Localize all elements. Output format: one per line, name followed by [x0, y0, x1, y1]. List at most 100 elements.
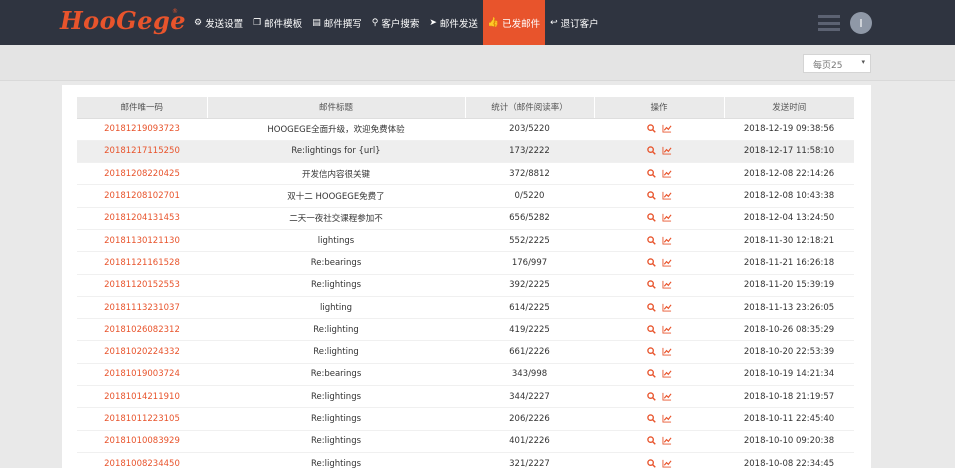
line-chart-icon[interactable]	[662, 168, 672, 179]
brand-logo[interactable]: HooGege	[60, 6, 186, 35]
mail-uid-link[interactable]: 20181204131453	[77, 207, 207, 230]
mail-title: lightings	[207, 229, 465, 253]
line-chart-icon[interactable]	[662, 414, 672, 425]
nav-item-4[interactable]: ➤ 邮件发送	[424, 0, 483, 45]
line-chart-icon[interactable]	[662, 302, 672, 313]
table-row[interactable]: 20181011223105 Re:lightings 206/2226 2018-1…	[77, 407, 854, 431]
header-send-time[interactable]: 发送时间	[724, 97, 854, 119]
mail-stats: 419/2225	[465, 318, 594, 342]
mail-title: Re:bearings	[207, 251, 465, 275]
search-icon[interactable]	[646, 458, 656, 468]
table-row[interactable]: 20181219093723 HOOGEGE全面升级，欢迎免费体验 203/5220…	[77, 118, 854, 141]
search-icon[interactable]	[646, 146, 656, 157]
nav-item-5[interactable]: 👍 已发邮件	[482, 0, 546, 45]
header-uid[interactable]: 邮件唯一码	[77, 97, 208, 119]
line-chart-icon[interactable]	[662, 391, 672, 402]
search-icon[interactable]	[646, 347, 656, 358]
line-chart-icon[interactable]	[662, 146, 672, 157]
search-icon[interactable]	[646, 257, 656, 268]
table-row[interactable]: 20181217115250 Re:lightings for {url} 173/…	[77, 140, 854, 164]
nav-item-0[interactable]: ⚙ 发送设置	[189, 0, 248, 45]
mail-title: lighting	[207, 296, 465, 320]
mail-uid-link[interactable]: 20181008234450	[77, 452, 207, 468]
line-chart-icon[interactable]	[662, 324, 672, 335]
table-row[interactable]: 20181014211910 Re:lightings 344/2227 2018-1…	[77, 385, 854, 409]
mail-uid-link[interactable]: 20181208102701	[77, 184, 207, 208]
mail-uid-link[interactable]: 20181014211910	[77, 385, 207, 409]
table-row[interactable]: 20181008234450 Re:lightings 321/2227 2018-1…	[77, 452, 854, 468]
mail-uid-link[interactable]: 20181026082312	[77, 318, 207, 342]
table-row[interactable]: 20181130121130 lightings 552/2225 2018-11-3…	[77, 229, 854, 253]
search-icon[interactable]	[646, 391, 656, 402]
search-icon[interactable]	[646, 369, 656, 380]
mail-uid-link[interactable]: 20181019003724	[77, 363, 207, 387]
row-actions	[594, 184, 724, 208]
mail-stats: 206/2226	[465, 407, 594, 431]
mail-stats: 372/8812	[465, 162, 594, 186]
search-icon[interactable]	[646, 213, 656, 224]
mail-uid-link[interactable]: 20181130121130	[77, 229, 207, 253]
search-icon[interactable]	[646, 168, 656, 179]
line-chart-icon[interactable]	[662, 369, 672, 380]
nav-item-2[interactable]: ▤ 邮件撰写	[307, 0, 367, 45]
nav-item-1[interactable]: ❐ 邮件模板	[248, 0, 307, 45]
mail-send-time: 2018-11-30 12:18:21	[724, 229, 854, 253]
nav-item-label: 邮件发送	[439, 18, 478, 30]
mail-uid-link[interactable]: 20181020224332	[77, 340, 207, 364]
table-row[interactable]: 20181113231037 lighting 614/2225 2018-11-13…	[77, 296, 854, 320]
header-title[interactable]: 邮件标题	[207, 97, 466, 119]
search-icon[interactable]	[646, 324, 656, 335]
mail-uid-link[interactable]: 20181208220425	[77, 162, 207, 186]
search-icon[interactable]	[646, 436, 656, 447]
table-row[interactable]: 20181121161528 Re:bearings 176/997 2018-11-…	[77, 251, 854, 275]
avatar[interactable]: I	[850, 12, 872, 34]
table-row[interactable]: 20181019003724 Re:bearings 343/998 2018-10-…	[77, 363, 854, 387]
mail-uid-link[interactable]: 20181010083929	[77, 430, 207, 453]
table-row[interactable]: 20181204131453 二天一夜社交课程参加不 656/5282 2018-12…	[77, 207, 854, 230]
line-chart-icon[interactable]	[662, 257, 672, 268]
mail-title: Re:lightings	[207, 430, 465, 453]
line-chart-icon[interactable]	[662, 280, 672, 291]
line-chart-icon[interactable]	[662, 436, 672, 447]
mail-send-time: 2018-10-26 08:35:29	[724, 318, 854, 342]
search-icon[interactable]	[646, 124, 656, 135]
line-chart-icon[interactable]	[662, 124, 672, 135]
row-actions	[594, 162, 724, 186]
line-chart-icon[interactable]	[662, 347, 672, 358]
mail-uid-link[interactable]: 20181217115250	[77, 140, 207, 164]
mail-send-time: 2018-12-04 13:24:50	[724, 207, 854, 230]
search-icon[interactable]	[646, 302, 656, 313]
row-actions	[594, 430, 724, 453]
page-size-label: 每页25	[813, 61, 843, 71]
sent-mail-table: 邮件唯一码 邮件标题 统计（邮件阅读率） 操作 发送时间 20181219093…	[77, 97, 854, 468]
line-chart-icon[interactable]	[662, 213, 672, 224]
mail-uid-link[interactable]: 20181121161528	[77, 251, 207, 275]
table-row[interactable]: 20181120152553 Re:lightings 392/2225 2018-1…	[77, 274, 854, 297]
search-icon[interactable]	[646, 414, 656, 425]
row-actions	[594, 340, 724, 364]
line-chart-icon[interactable]	[662, 458, 672, 468]
mail-uid-link[interactable]: 20181120152553	[77, 274, 207, 297]
search-icon[interactable]	[646, 235, 656, 246]
mail-uid-link[interactable]: 20181113231037	[77, 296, 207, 320]
header-stats[interactable]: 统计（邮件阅读率）	[465, 97, 595, 119]
table-row[interactable]: 20181208102701 双十二 HOOGEGE免费了 0/5220 2018-1…	[77, 184, 854, 208]
mail-uid-link[interactable]: 20181219093723	[77, 118, 207, 141]
line-chart-icon[interactable]	[662, 191, 672, 202]
page-size-select[interactable]: 每页25 ▾	[803, 54, 871, 73]
table-row[interactable]: 20181208220425 开发信内容很关键 372/8812 2018-12-08…	[77, 162, 854, 186]
nav-item-label: 已发邮件	[502, 18, 541, 30]
search-icon[interactable]	[646, 191, 656, 202]
table-row[interactable]: 20181026082312 Re:lighting 419/2225 2018-10…	[77, 318, 854, 342]
line-chart-icon[interactable]	[662, 235, 672, 246]
nav-item-6[interactable]: ↩ 退订客户	[545, 0, 604, 45]
table-row[interactable]: 20181010083929 Re:lightings 401/2226 2018-1…	[77, 430, 854, 453]
menu-toggle-icon[interactable]	[818, 15, 840, 31]
mail-title: Re:lightings	[207, 274, 465, 297]
table-row[interactable]: 20181020224332 Re:lighting 661/2226 2018-10…	[77, 340, 854, 364]
search-icon[interactable]	[646, 280, 656, 291]
nav-item-label: 客户搜索	[381, 18, 420, 30]
mail-uid-link[interactable]: 20181011223105	[77, 407, 207, 431]
nav-item-3[interactable]: ⚲ 客户搜索	[367, 0, 425, 45]
mail-send-time: 2018-10-10 09:20:38	[724, 430, 854, 453]
